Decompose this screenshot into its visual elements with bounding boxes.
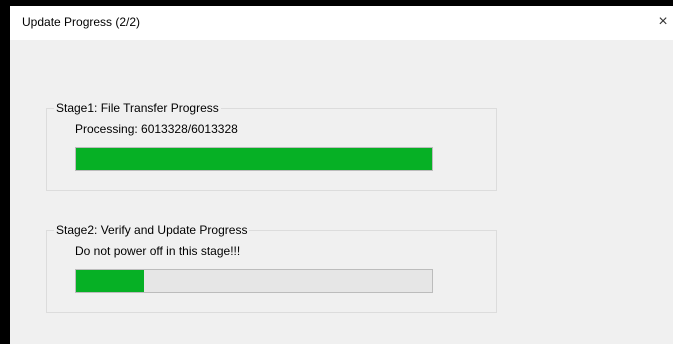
stage2-progress-fill xyxy=(76,270,144,292)
title-bar: Update Progress (2/2) × xyxy=(10,6,673,40)
stage2-warning-text: Do not power off in this stage!!! xyxy=(75,244,241,258)
stage1-label: Stage1: File Transfer Progress xyxy=(54,101,221,115)
window-title: Update Progress (2/2) xyxy=(22,15,141,29)
stage2-progress-bar xyxy=(75,269,433,293)
stage2-label: Stage2: Verify and Update Progress xyxy=(54,223,250,237)
update-progress-dialog: Update Progress (2/2) × Stage1: File Tra… xyxy=(10,6,673,344)
stage1-progress-fill xyxy=(76,148,432,170)
stage1-group: Stage1: File Transfer Progress Processin… xyxy=(46,101,497,191)
close-icon[interactable]: × xyxy=(653,6,673,40)
stage2-group: Stage2: Verify and Update Progress Do no… xyxy=(46,223,497,313)
stage1-status-text: Processing: 6013328/6013328 xyxy=(75,122,238,136)
stage1-progress-bar xyxy=(75,147,433,171)
